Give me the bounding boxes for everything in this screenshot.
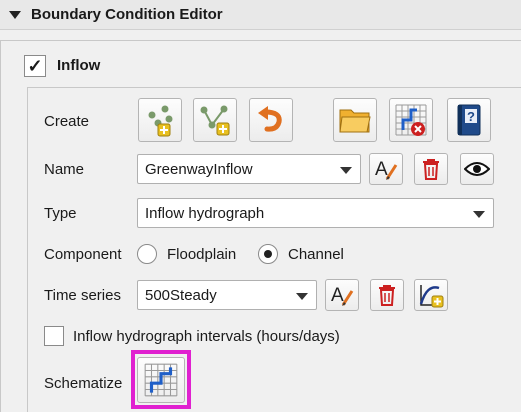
inflow-group-checkbox[interactable]: ✓ (24, 55, 46, 77)
time-series-combobox[interactable]: 500Steady (137, 280, 317, 310)
add-curve-icon (419, 285, 444, 308)
type-label: Type (44, 205, 77, 222)
schematize-label: Schematize (44, 375, 123, 392)
type-combobox[interactable]: Inflow hydrograph (137, 198, 494, 228)
panel-title: Boundary Condition Editor (31, 6, 223, 23)
rename-icon: A (331, 285, 354, 306)
eye-icon (464, 162, 490, 176)
help-book-icon: ? (457, 104, 481, 136)
inflow-group-title: Inflow (57, 57, 101, 74)
add-points-icon (148, 105, 173, 137)
svg-text:A: A (331, 285, 344, 306)
add-line-icon (200, 105, 230, 136)
name-value: GreenwayInflow (145, 161, 253, 178)
delete-schematized-button[interactable] (389, 98, 433, 142)
rename-button[interactable]: A (369, 153, 403, 185)
time-series-value: 500Steady (145, 287, 217, 304)
channel-radio-label: Channel (288, 246, 344, 263)
name-combobox[interactable]: GreenwayInflow (137, 154, 361, 184)
floodplain-radio-label: Floodplain (167, 246, 237, 263)
component-label: Component (44, 246, 122, 263)
trash-icon (379, 285, 395, 306)
chevron-down-icon[interactable] (6, 7, 24, 27)
time-series-label: Time series (44, 287, 121, 304)
type-value: Inflow hydrograph (145, 205, 265, 222)
svg-text:?: ? (467, 109, 475, 124)
undo-button[interactable] (249, 98, 293, 142)
schematize-highlight (131, 350, 191, 409)
delete-name-button[interactable] (414, 153, 448, 185)
delete-time-series-button[interactable] (370, 279, 404, 311)
intervals-checkbox-label: Inflow hydrograph intervals (hours/days) (73, 328, 340, 345)
checkmark-icon: ✓ (27, 56, 43, 76)
undo-icon (258, 106, 282, 132)
chevron-down-icon (473, 211, 485, 218)
add-line-bc-button[interactable] (193, 98, 237, 142)
open-button[interactable] (333, 98, 377, 142)
svg-text:A: A (375, 159, 388, 180)
trash-icon (423, 159, 439, 180)
chevron-down-icon (296, 293, 308, 300)
panel-header[interactable]: Boundary Condition Editor (0, 0, 521, 30)
add-point-bc-button[interactable] (138, 98, 182, 142)
grid-delete-icon (395, 104, 427, 136)
name-label: Name (44, 161, 85, 178)
chevron-down-icon (340, 167, 352, 174)
rename-time-series-button[interactable]: A (325, 279, 359, 311)
create-label: Create (44, 113, 90, 130)
add-time-series-button[interactable] (414, 279, 448, 311)
rename-icon: A (375, 159, 398, 180)
intervals-checkbox[interactable] (44, 326, 64, 346)
floodplain-radio[interactable] (137, 244, 157, 264)
channel-radio[interactable] (258, 244, 278, 264)
folder-icon (339, 109, 371, 133)
toggle-visibility-button[interactable] (460, 153, 494, 185)
help-button[interactable]: ? (447, 98, 491, 142)
